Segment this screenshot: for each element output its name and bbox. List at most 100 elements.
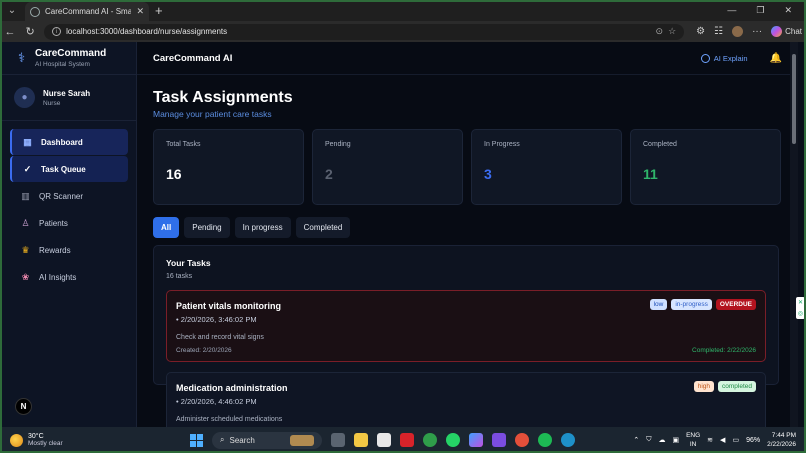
bell-icon[interactable]: 🔔 xyxy=(770,53,782,64)
task-badges: low in-progress OVERDUE xyxy=(649,299,756,310)
sidebar-item-rewards[interactable]: ♛ Rewards xyxy=(10,237,128,263)
sidebar-item-dashboard[interactable]: ▦ Dashboard xyxy=(10,129,128,155)
app-root: ⚕ CareCommand AI Hospital System ● Nurse… xyxy=(2,42,798,427)
user-avatar-icon: ● xyxy=(14,87,35,108)
back-icon[interactable]: ← xyxy=(4,26,16,38)
page-body: Task Assignments Manage your patient car… xyxy=(137,75,798,427)
file-explorer-icon[interactable] xyxy=(354,433,368,447)
tasks-panel-title: Your Tasks xyxy=(166,258,211,268)
close-window-icon[interactable]: ✕ xyxy=(784,5,792,16)
stat-value: 16 xyxy=(166,166,182,182)
vertical-scrollbar[interactable] xyxy=(790,42,798,427)
weather-icon xyxy=(10,433,23,447)
favorite-star-icon[interactable]: ☆ xyxy=(668,26,676,37)
read-aloud-icon[interactable]: ⊙ xyxy=(656,26,664,37)
scrollbar-thumb[interactable] xyxy=(792,54,796,144)
taskbar-search[interactable]: ⌕ Search xyxy=(212,431,322,449)
stat-value: 3 xyxy=(484,166,492,182)
close-icon[interactable]: ✕ xyxy=(798,299,803,306)
task-datetime: • 2/20/2026, 4:46:02 PM xyxy=(176,397,257,406)
copilot-app-icon[interactable] xyxy=(469,433,483,447)
sidebar-item-task-queue[interactable]: ✓ Task Queue xyxy=(10,156,128,182)
user-profile: ● Nurse Sarah Nurse xyxy=(2,75,136,121)
tab-list-icon[interactable]: ⌄ xyxy=(3,2,21,20)
page-subtitle: Manage your patient care tasks xyxy=(153,109,272,119)
language-indicator[interactable]: ENG IN xyxy=(686,431,700,449)
edge-sidebar-widget[interactable]: ✕ ◎ xyxy=(796,297,805,319)
site-info-icon[interactable]: i xyxy=(52,27,62,36)
restore-icon[interactable]: ❐ xyxy=(756,5,764,16)
task-card[interactable]: Patient vitals monitoring • 2/20/2026, 3… xyxy=(166,290,766,362)
ai-explain-button[interactable]: AI Explain xyxy=(700,53,748,63)
sidebar-item-qr-scanner[interactable]: ▥ QR Scanner xyxy=(10,183,128,209)
filter-completed-button[interactable]: Completed xyxy=(295,217,351,238)
filter-pending-button[interactable]: Pending xyxy=(184,217,230,238)
task-completed-date: Completed: 2/22/2026 xyxy=(692,347,756,354)
profile-avatar[interactable] xyxy=(732,26,744,37)
filter-all-button[interactable]: All xyxy=(153,217,180,238)
status-badge: completed xyxy=(718,381,756,392)
window-controls: — ❐ ✕ xyxy=(727,5,806,16)
minimize-icon[interactable]: — xyxy=(727,5,736,16)
task-view-icon[interactable] xyxy=(331,433,345,447)
filter-in-progress-button[interactable]: In progress xyxy=(234,217,291,238)
volume-icon[interactable]: ◀ xyxy=(720,436,725,444)
patients-icon: ♙ xyxy=(21,217,30,228)
stat-value: 11 xyxy=(643,166,658,182)
meet-icon[interactable]: ▣ xyxy=(672,436,679,444)
edge-icon[interactable] xyxy=(561,433,575,447)
extensions-icon[interactable]: ⚙ xyxy=(696,26,705,37)
browser-tab[interactable]: CareCommand AI - Smart Digital H ✕ xyxy=(25,2,149,21)
stat-label: Pending xyxy=(325,141,351,148)
windows-start-icon[interactable] xyxy=(190,433,203,447)
stat-value: 2 xyxy=(325,166,333,182)
task-created: Created: 2/20/2026 xyxy=(176,347,232,354)
l-app-icon[interactable] xyxy=(400,433,414,447)
weather-widget[interactable]: 30°C Mostly clear xyxy=(0,433,190,447)
user-name: Nurse Sarah xyxy=(43,88,91,98)
task-card[interactable]: Medication administration • 2/20/2026, 4… xyxy=(166,372,766,427)
clock[interactable]: 7:44 PM 2/22/2026 xyxy=(767,431,796,449)
language-code: ENG xyxy=(686,432,701,439)
task-title: Medication administration xyxy=(176,383,288,393)
widget-icon[interactable]: ◎ xyxy=(798,310,803,317)
chrome-icon[interactable] xyxy=(423,433,437,447)
collections-icon[interactable]: ☷ xyxy=(714,26,723,37)
stat-label: Total Tasks xyxy=(166,141,201,148)
stat-card-completed: Completed 11 xyxy=(630,129,781,205)
close-tab-icon[interactable]: ✕ xyxy=(136,6,144,17)
onedrive-icon[interactable]: ☁ xyxy=(658,436,665,444)
tasks-count: 16 tasks xyxy=(166,273,193,280)
search-icon: ⌕ xyxy=(220,435,225,444)
weather-temp: 30°C xyxy=(28,433,44,440)
browser-tab-bar: ⌄ CareCommand AI - Smart Digital H ✕ + —… xyxy=(0,0,806,21)
chevron-up-icon[interactable]: ⌃ xyxy=(633,436,639,444)
dev-tools-badge[interactable]: N xyxy=(15,398,32,415)
search-label: Search xyxy=(229,435,255,445)
copilot-chat-button[interactable]: Chat xyxy=(771,26,802,37)
spotify-icon[interactable] xyxy=(538,433,552,447)
search-highlight-image xyxy=(290,434,314,446)
reload-icon[interactable]: ↻ xyxy=(24,25,36,38)
task-meta: Created: 2/20/2026 Completed: 2/22/2026 xyxy=(176,347,756,354)
stat-label: In Progress xyxy=(484,141,520,148)
defender-icon[interactable]: ⛉ xyxy=(646,436,651,444)
battery-icon[interactable]: ▭ xyxy=(732,436,739,444)
obsidian-icon[interactable] xyxy=(492,433,506,447)
trophy-icon: ♛ xyxy=(21,244,30,255)
more-menu-icon[interactable]: ··· xyxy=(752,26,762,37)
sidebar-item-ai-insights[interactable]: ❀ AI Insights xyxy=(10,264,128,290)
chrome-profile-icon[interactable] xyxy=(515,433,529,447)
address-bar[interactable]: i localhost:3000/dashboard/nurse/assignm… xyxy=(44,23,685,40)
chat-label: Chat xyxy=(785,27,802,36)
sidebar-item-label: Dashboard xyxy=(41,137,83,147)
taskbar-apps: ⌕ Search xyxy=(190,431,575,449)
new-tab-button[interactable]: + xyxy=(155,3,163,18)
whatsapp-icon[interactable] xyxy=(446,433,460,447)
stat-label: Completed xyxy=(643,141,677,148)
clock-date: 2/22/2026 xyxy=(767,441,796,448)
store-icon[interactable] xyxy=(377,433,391,447)
dashboard-icon: ▦ xyxy=(23,136,32,147)
sidebar-item-patients[interactable]: ♙ Patients xyxy=(10,210,128,236)
wifi-icon[interactable]: ≋ xyxy=(707,436,713,444)
